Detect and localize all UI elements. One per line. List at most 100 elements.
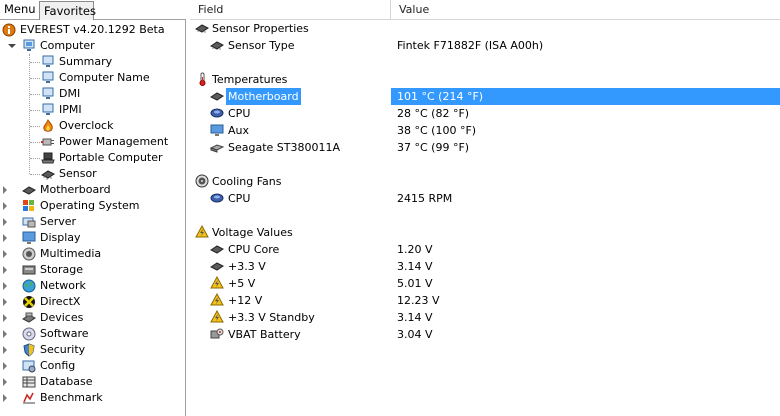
column-header-value[interactable]: Value bbox=[391, 0, 780, 20]
tab-favorites[interactable]: Favorites bbox=[39, 1, 96, 20]
value-cell: 5.01 V bbox=[397, 277, 433, 290]
expand-arrow-icon[interactable] bbox=[3, 202, 7, 210]
tree-root-label: EVEREST v4.20.1292 Beta bbox=[20, 23, 165, 36]
expand-arrow-icon[interactable] bbox=[3, 282, 7, 290]
tree-item-software[interactable]: Software bbox=[0, 326, 185, 342]
tree-item-portable-computer[interactable]: Portable Computer bbox=[0, 150, 185, 166]
field-cell: VBAT Battery bbox=[228, 328, 301, 341]
computer-icon bbox=[42, 103, 54, 115]
table-row[interactable]: CPU 2415 RPM bbox=[190, 190, 780, 207]
tree-item-ipmi[interactable]: IPMI bbox=[0, 102, 185, 118]
battery-icon bbox=[210, 328, 224, 339]
tree-item-summary[interactable]: Summary bbox=[0, 54, 185, 70]
globe-icon bbox=[22, 279, 36, 293]
field-cell: +12 V bbox=[228, 294, 263, 307]
table-row[interactable]: CPU 28 °C (82 °F) bbox=[190, 105, 780, 122]
tree-item-label: Database bbox=[40, 375, 93, 388]
expand-arrow-icon[interactable] bbox=[3, 314, 7, 322]
field-cell: Seagate ST380011A bbox=[228, 141, 341, 154]
field-cell: Sensor Type bbox=[228, 39, 295, 52]
computer-icon bbox=[42, 55, 54, 67]
value-cell: 2415 RPM bbox=[397, 192, 453, 205]
group-title: Cooling Fans bbox=[212, 175, 282, 188]
tree-item-label: Computer Name bbox=[59, 71, 150, 84]
laptop-icon bbox=[41, 152, 55, 164]
tree-item-motherboard[interactable]: Motherboard bbox=[0, 182, 185, 198]
tree-item-computer-name[interactable]: Computer Name bbox=[0, 70, 185, 86]
monitor-icon bbox=[210, 124, 224, 136]
field-cell: +3.3 V Standby bbox=[228, 311, 315, 324]
tree-item-label: Power Management bbox=[59, 135, 169, 148]
tree-item-security[interactable]: Security bbox=[0, 342, 185, 358]
database-icon bbox=[22, 376, 36, 388]
tree-item-display[interactable]: Display bbox=[0, 230, 185, 246]
field-cell: CPU Core bbox=[228, 243, 280, 256]
tree-item-database[interactable]: Database bbox=[0, 374, 185, 390]
motherboard-icon bbox=[22, 186, 36, 195]
table-row[interactable]: Aux 38 °C (100 °F) bbox=[190, 122, 780, 139]
config-icon bbox=[22, 360, 36, 373]
tree-item-power-management[interactable]: Power Management bbox=[0, 134, 185, 150]
group-title: Sensor Properties bbox=[212, 22, 309, 35]
tree-root[interactable]: EVEREST v4.20.1292 Beta bbox=[0, 22, 185, 38]
tree-item-directx[interactable]: DirectX bbox=[0, 294, 185, 310]
server-icon bbox=[22, 217, 36, 228]
value-cell: Fintek F71882F (ISA A00h) bbox=[397, 39, 544, 52]
tree-item-overclock[interactable]: Overclock bbox=[0, 118, 185, 134]
expand-arrow-icon[interactable] bbox=[3, 218, 7, 226]
tree-item-computer[interactable]: Computer bbox=[0, 38, 185, 54]
tree-item-operating-system[interactable]: Operating System bbox=[0, 198, 185, 214]
tree-item-label: IPMI bbox=[59, 103, 82, 116]
expand-arrow-icon[interactable] bbox=[3, 378, 7, 386]
tree-item-benchmark[interactable]: Benchmark bbox=[0, 390, 185, 406]
expand-arrow-icon[interactable] bbox=[3, 266, 7, 274]
voltage-warning-icon bbox=[210, 276, 224, 289]
table-row[interactable]: CPU Core 1.20 V bbox=[190, 241, 780, 258]
tree-item-sensor[interactable]: Sensor bbox=[0, 166, 185, 182]
table-row[interactable]: +3.3 V 3.14 V bbox=[190, 258, 780, 275]
tree-item-dmi[interactable]: DMI bbox=[0, 86, 185, 102]
directx-icon bbox=[23, 296, 35, 308]
expand-arrow-icon[interactable] bbox=[3, 346, 7, 354]
expand-arrow-icon[interactable] bbox=[3, 330, 7, 338]
devices-icon bbox=[22, 312, 36, 323]
tree-item-network[interactable]: Network bbox=[0, 278, 185, 294]
table-row[interactable]: +12 V 12.23 V bbox=[190, 292, 780, 309]
info-icon bbox=[2, 23, 16, 37]
table-row[interactable]: +3.3 V Standby 3.14 V bbox=[190, 309, 780, 326]
expand-arrow-icon[interactable] bbox=[3, 250, 7, 258]
group-header: Voltage Values bbox=[190, 224, 780, 241]
tree-item-label: Config bbox=[40, 359, 76, 372]
tree-item-label: Operating System bbox=[40, 199, 140, 212]
tree-item-label: DirectX bbox=[40, 295, 81, 308]
table-row[interactable]: Seagate ST380011A 37 °C (99 °F) bbox=[190, 139, 780, 156]
table-header: Field Value bbox=[190, 0, 780, 20]
expand-arrow-icon[interactable] bbox=[3, 298, 7, 306]
tab-menu[interactable]: Menu bbox=[0, 0, 38, 19]
table-row[interactable]: VBAT Battery 3.04 V bbox=[190, 326, 780, 343]
tree-item-storage[interactable]: Storage bbox=[0, 262, 185, 278]
expand-arrow-icon[interactable] bbox=[3, 186, 7, 194]
tree-item-label: Portable Computer bbox=[59, 151, 163, 164]
expand-arrow-icon[interactable] bbox=[3, 234, 7, 242]
field-cell: +3.3 V bbox=[228, 260, 266, 273]
tree-item-label: Storage bbox=[40, 263, 84, 276]
power-plug-icon bbox=[41, 138, 54, 146]
table-row-selected[interactable]: Motherboard 101 °C (214 °F) bbox=[190, 88, 780, 105]
tree-item-multimedia[interactable]: Multimedia bbox=[0, 246, 185, 262]
tree-item-server[interactable]: Server bbox=[0, 214, 185, 230]
motherboard-icon bbox=[210, 92, 224, 101]
table-row[interactable]: Sensor Type Fintek F71882F (ISA A00h) bbox=[190, 37, 780, 54]
tree-item-config[interactable]: Config bbox=[0, 358, 185, 374]
tree-item-label: Devices bbox=[40, 311, 84, 324]
expand-arrow-icon[interactable] bbox=[3, 362, 7, 370]
computer-icon bbox=[42, 87, 54, 99]
expand-arrow-icon[interactable] bbox=[3, 394, 7, 402]
collapse-arrow-icon[interactable] bbox=[8, 44, 16, 48]
table-row[interactable]: +5 V 5.01 V bbox=[190, 275, 780, 292]
column-header-field[interactable]: Field bbox=[190, 0, 391, 20]
details-pane: Field Value Sensor Properties Sensor Typ… bbox=[190, 0, 780, 416]
group-title: Temperatures bbox=[212, 73, 288, 86]
computer-icon bbox=[42, 71, 54, 83]
tree-item-devices[interactable]: Devices bbox=[0, 310, 185, 326]
